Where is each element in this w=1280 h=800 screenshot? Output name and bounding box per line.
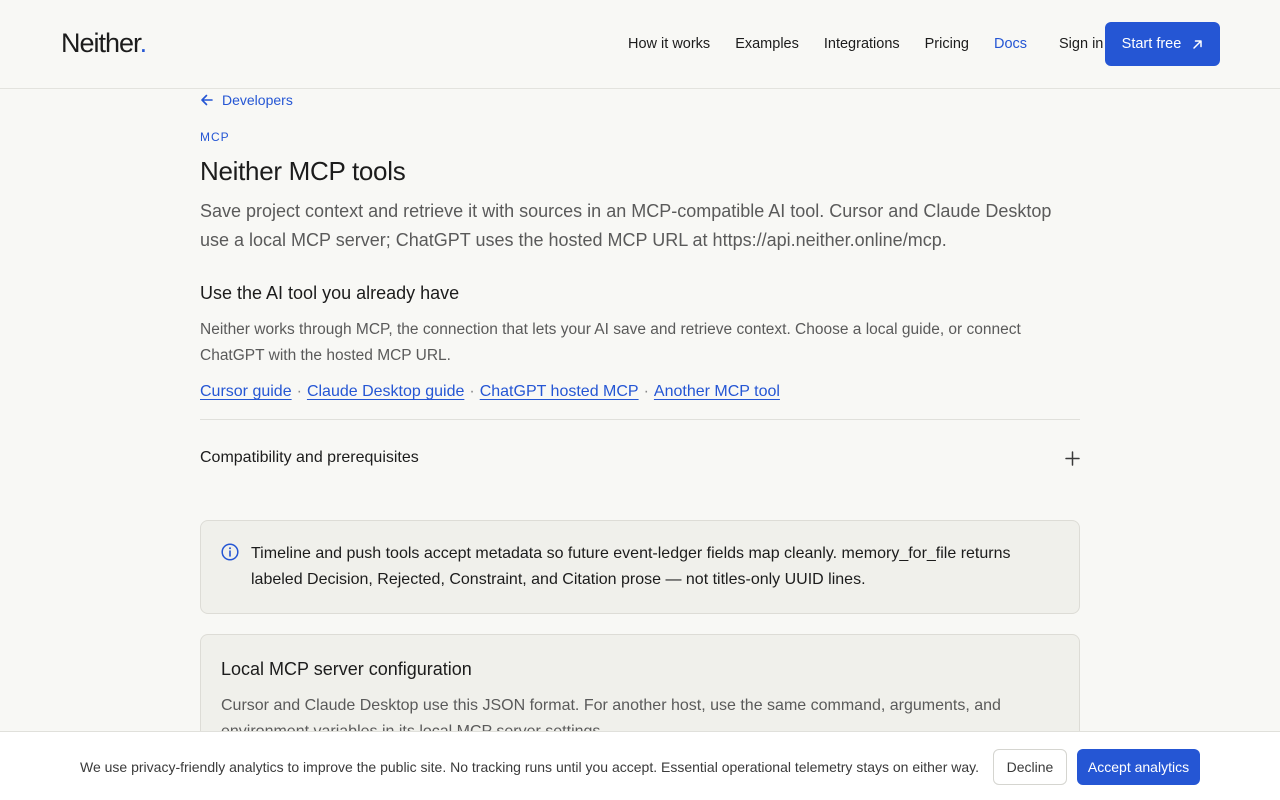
eyebrow-label: MCP xyxy=(200,130,230,144)
link-separator: · xyxy=(296,383,302,400)
site-header: Neither. How it works Examples Integrati… xyxy=(0,0,1280,89)
arrow-left-icon xyxy=(201,94,213,106)
nav-docs[interactable]: Docs xyxy=(994,36,1027,52)
back-link-developers[interactable]: Developers xyxy=(200,92,293,108)
info-callout: Timeline and push tools accept metadata … xyxy=(200,520,1080,614)
section-paragraph: Neither works through MCP, the connectio… xyxy=(200,321,1021,364)
compatibility-accordion[interactable]: Compatibility and prerequisites xyxy=(200,440,1080,476)
callout-text: Timeline and push tools accept metadata … xyxy=(251,545,1011,588)
logo[interactable]: Neither. xyxy=(61,28,147,59)
nav-integrations[interactable]: Integrations xyxy=(824,36,900,52)
back-link-label: Developers xyxy=(222,92,293,108)
cookie-message: We use privacy-friendly analytics to imp… xyxy=(80,759,980,775)
chatgpt-hosted-mcp-link[interactable]: ChatGPT hosted MCP xyxy=(480,383,639,400)
config-title: Local MCP server configuration xyxy=(221,659,472,679)
lead-paragraph: Save project context and retrieve it wit… xyxy=(200,201,1052,250)
start-free-label: Start free xyxy=(1121,36,1182,52)
nav-pricing[interactable]: Pricing xyxy=(925,36,969,52)
main-nav: How it works Examples Integrations Prici… xyxy=(628,36,1103,52)
page-title: Neither MCP tools xyxy=(200,156,406,186)
link-separator: · xyxy=(643,383,649,400)
info-icon xyxy=(221,543,239,561)
claude-desktop-guide-link[interactable]: Claude Desktop guide xyxy=(307,383,464,400)
section-heading: Use the AI tool you already have xyxy=(200,283,460,303)
plus-icon xyxy=(1065,450,1080,466)
cursor-guide-link[interactable]: Cursor guide xyxy=(200,383,292,400)
accept-analytics-button[interactable]: Accept analytics xyxy=(1077,749,1200,785)
link-separator: · xyxy=(469,383,475,400)
cookie-banner: We use privacy-friendly analytics to imp… xyxy=(0,731,1280,800)
sign-in-link[interactable]: Sign in xyxy=(1059,36,1103,52)
nav-how-it-works[interactable]: How it works xyxy=(628,36,710,52)
accordion-label: Compatibility and prerequisites xyxy=(200,449,419,466)
start-free-button[interactable]: Start free xyxy=(1105,22,1220,66)
nav-examples[interactable]: Examples xyxy=(735,36,799,52)
decline-button[interactable]: Decline xyxy=(993,749,1067,785)
divider xyxy=(200,419,1080,420)
arrow-up-right-icon xyxy=(1193,39,1203,49)
guide-links: Cursor guide · Claude Desktop guide · ChatGP… xyxy=(200,383,780,401)
another-mcp-tool-link[interactable]: Another MCP tool xyxy=(654,383,780,400)
